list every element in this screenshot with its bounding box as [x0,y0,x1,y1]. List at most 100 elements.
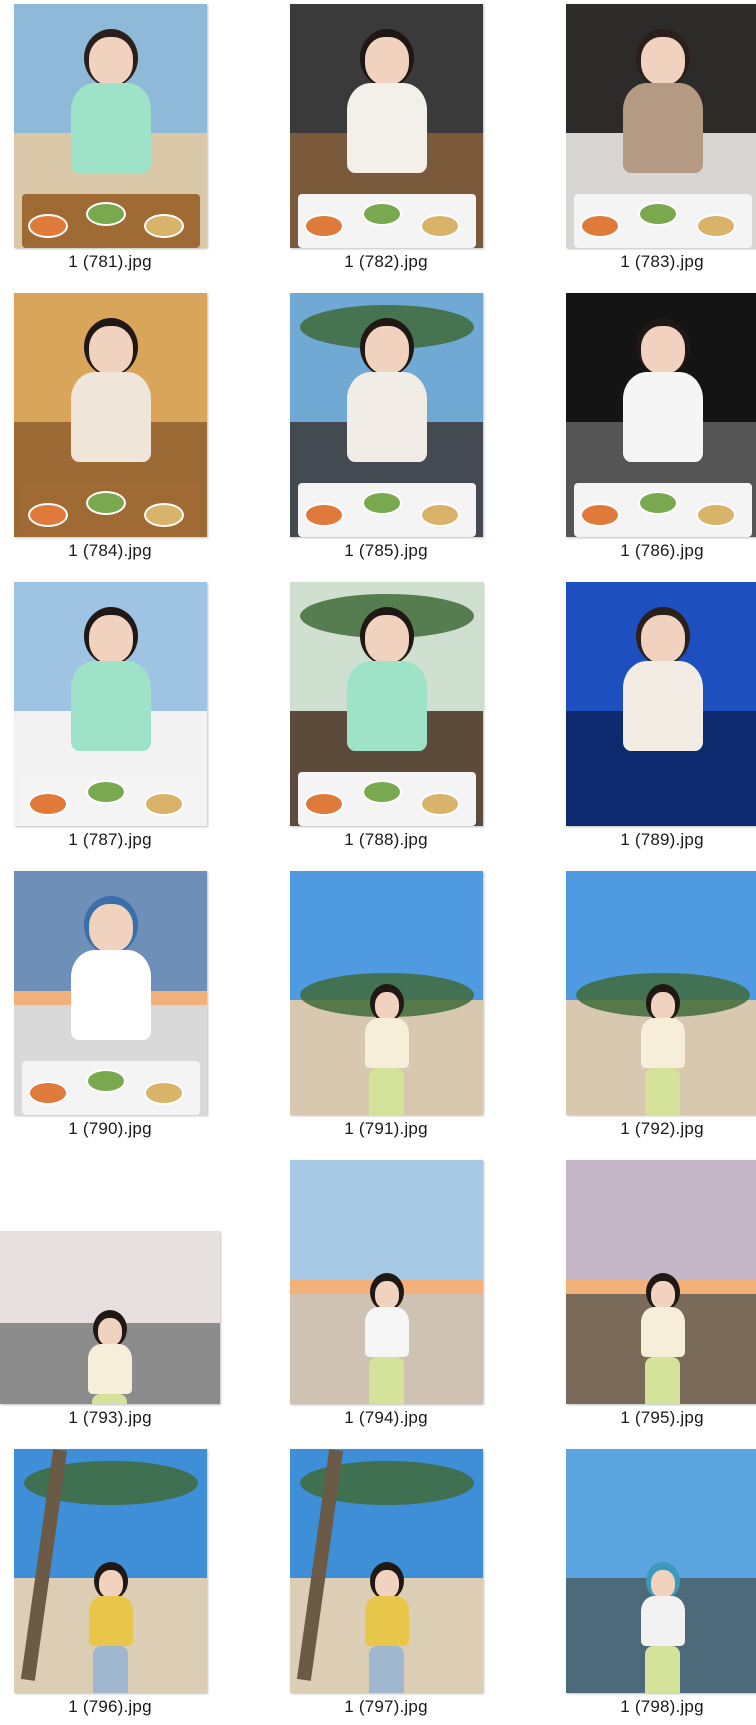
file-item[interactable]: 1 (791).jpg [276,867,496,1147]
person-skirt [645,1068,680,1115]
thumbnail-area [276,578,496,826]
thumbnail-area [276,1445,496,1693]
image-thumbnail[interactable] [14,582,207,826]
thumbnail-area [0,1156,220,1404]
file-name-label: 1 (798).jpg [552,1697,756,1717]
person-skirt [92,1394,127,1404]
image-thumbnail[interactable] [290,1160,483,1404]
image-thumbnail[interactable] [14,871,207,1115]
food-plate [638,491,678,515]
file-name-label: 1 (782).jpg [276,252,496,272]
person-top [347,661,427,751]
image-thumbnail[interactable] [566,4,756,248]
person-face [365,615,409,663]
food-plate [28,792,68,816]
image-thumbnail[interactable] [566,871,756,1115]
file-name-label: 1 (787).jpg [0,830,220,850]
person-skirt [645,1646,680,1693]
image-thumbnail[interactable] [14,293,207,537]
thumbnail-area [552,867,756,1115]
person-face [641,615,685,663]
file-item[interactable]: 1 (781).jpg [0,0,220,280]
thumbnail-area [0,0,220,248]
food-plate [420,792,460,816]
thumbnail-area [0,1445,220,1693]
image-thumbnail[interactable] [290,4,483,248]
person [290,1160,483,1404]
file-item[interactable]: 1 (797).jpg [276,1445,496,1725]
file-item[interactable]: 1 (793).jpg [0,1156,220,1436]
person [566,1160,756,1404]
person-face [641,326,685,374]
person-face [651,1281,675,1309]
file-name-label: 1 (783).jpg [552,252,756,272]
image-thumbnail[interactable] [290,871,483,1115]
image-thumbnail[interactable] [566,1160,756,1404]
file-name-label: 1 (794).jpg [276,1408,496,1428]
image-thumbnail[interactable] [566,582,756,826]
file-item[interactable]: 1 (785).jpg [276,289,496,569]
image-thumbnail[interactable] [566,1449,756,1693]
person-top [71,372,151,462]
file-item[interactable]: 1 (783).jpg [552,0,756,280]
file-item[interactable]: 1 (796).jpg [0,1445,220,1725]
food-plate [144,503,184,527]
thumbnail-area [552,578,756,826]
file-item[interactable]: 1 (788).jpg [276,578,496,858]
person-top [89,1596,133,1646]
person-skirt [93,1646,128,1693]
file-name-label: 1 (784).jpg [0,541,220,561]
person-face [365,326,409,374]
person-top [347,372,427,462]
file-item[interactable]: 1 (789).jpg [552,578,756,858]
person-top [365,1307,409,1357]
file-name-label: 1 (785).jpg [276,541,496,561]
file-item[interactable]: 1 (782).jpg [276,0,496,280]
file-name-label: 1 (797).jpg [276,1697,496,1717]
person-face [375,1570,399,1598]
image-thumbnail[interactable] [566,293,756,537]
file-name-label: 1 (792).jpg [552,1119,756,1139]
person-skirt [369,1646,404,1693]
file-name-label: 1 (781).jpg [0,252,220,272]
file-item[interactable]: 1 (787).jpg [0,578,220,858]
person-face [89,904,133,952]
image-thumbnail[interactable] [290,293,483,537]
person-top [347,83,427,173]
image-thumbnail[interactable] [0,1231,220,1404]
food-plate [696,503,736,527]
image-thumbnail[interactable] [290,582,483,826]
person [290,871,483,1115]
person [566,1449,756,1693]
person-skirt [369,1357,404,1404]
person-face [89,37,133,85]
file-item[interactable]: 1 (786).jpg [552,289,756,569]
file-name-label: 1 (790).jpg [0,1119,220,1139]
image-thumbnail[interactable] [14,4,207,248]
thumbnail-area [276,0,496,248]
thumbnail-area [552,0,756,248]
person [14,1449,207,1693]
food-plate [86,202,126,226]
file-item[interactable]: 1 (784).jpg [0,289,220,569]
image-thumbnail[interactable] [290,1449,483,1693]
person-skirt [645,1357,680,1404]
file-item[interactable]: 1 (790).jpg [0,867,220,1147]
file-item[interactable]: 1 (792).jpg [552,867,756,1147]
person-face [375,992,399,1020]
person-top [71,83,151,173]
person [290,1449,483,1693]
food-plate [86,491,126,515]
thumbnail-area [552,1445,756,1693]
food-plate [304,503,344,527]
file-item[interactable]: 1 (798).jpg [552,1445,756,1725]
person-face [651,992,675,1020]
file-item[interactable]: 1 (795).jpg [552,1156,756,1436]
food-plate [362,491,402,515]
food-plate [420,503,460,527]
file-item[interactable]: 1 (794).jpg [276,1156,496,1436]
food-plate [362,780,402,804]
food-plate [86,1069,126,1093]
person-top [71,661,151,751]
image-thumbnail[interactable] [14,1449,207,1693]
